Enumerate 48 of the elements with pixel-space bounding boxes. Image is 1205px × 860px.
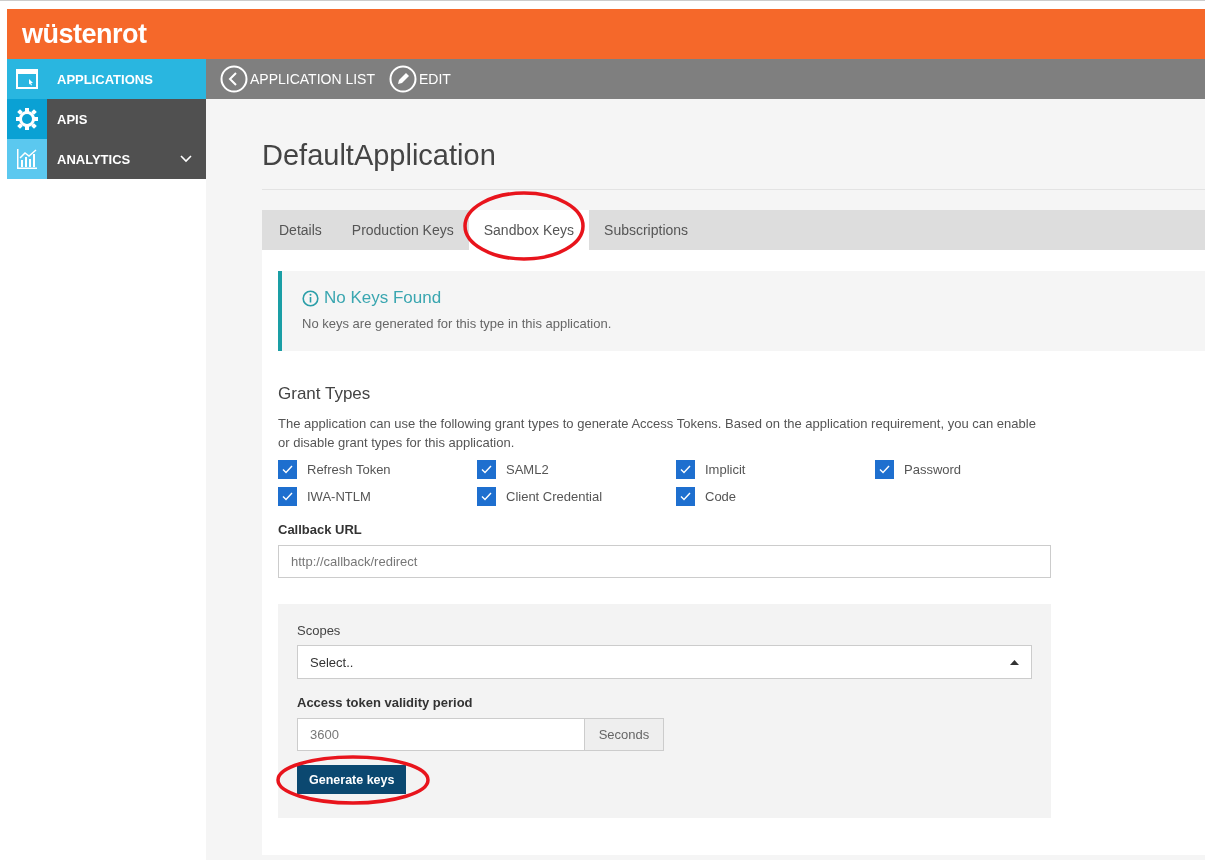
gear-icon [16,108,38,130]
section-title: Grant Types [278,384,372,404]
field-label: Access token validity period [297,695,474,710]
field-label: Scopes [297,623,342,638]
url-field[interactable]: http://callback/redirect [278,545,1051,578]
checkbox-label: Refresh Token [307,462,391,477]
tab[interactable]: Subscriptions [589,210,704,250]
validity-field[interactable]: 3600 [297,718,585,751]
check-icon [680,465,691,474]
page-title: DefaultApplication [262,99,1205,190]
checkbox-label: IWA-NTLM [307,489,371,504]
pencil-icon [389,65,417,93]
logo: wüstenrot [22,18,147,50]
tab[interactable]: Sandbox Keys [468,210,590,250]
checkbox-label: Implicit [705,462,746,477]
tab[interactable]: Details [264,210,337,250]
toolbar-link[interactable]: APPLICATION LIST [220,65,375,93]
unit-label: Seconds [585,718,664,751]
info-icon [302,289,319,307]
check-icon [282,492,293,501]
checkbox[interactable] [875,460,894,479]
checkbox-label: SAML2 [506,462,549,477]
window-icon [16,69,38,89]
checkbox[interactable] [278,487,297,506]
notice-title: No Keys Found [324,288,442,308]
checkbox[interactable] [676,487,695,506]
checkbox[interactable] [477,460,496,479]
generate-keys-button[interactable]: Generate keys [297,765,407,794]
checkbox-label: Code [705,489,737,504]
check-icon [879,465,890,474]
field-label: Callback URL [278,522,363,537]
notice-text: No keys are generated for this type in this application. [302,316,613,331]
checkbox[interactable] [676,460,695,479]
caret-up-icon [1010,659,1019,665]
check-icon [282,465,293,474]
back-icon [220,65,248,93]
scopes-select[interactable]: Select.. [297,645,1032,679]
bar-chart-icon [16,148,38,170]
toolbar-link[interactable]: EDIT [389,65,451,93]
tab[interactable]: Production Keys [336,210,469,250]
checkbox[interactable] [477,487,496,506]
checkbox-label: Client Credential [506,489,603,504]
check-icon [481,492,492,501]
description-text: The application can use the following grant types to generate Access Tokens. Based on the application requirement, you can enable or disable grant types for this application. [278,415,1037,452]
checkbox[interactable] [278,460,297,479]
check-icon [680,492,691,501]
checkbox-label: Password [904,462,962,477]
check-icon [481,465,492,474]
